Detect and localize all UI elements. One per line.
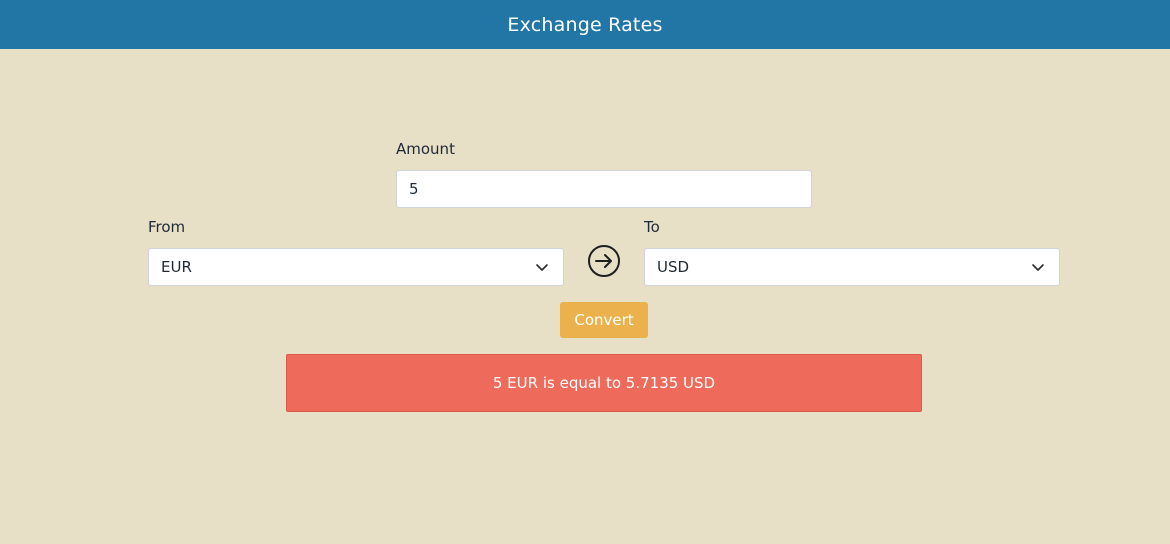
result-banner: 5 EUR is equal to 5.7135 USD (286, 354, 922, 412)
app-header: Exchange Rates (0, 0, 1170, 49)
from-label: From (148, 218, 186, 236)
to-currency-value: USD (657, 258, 690, 276)
chevron-down-icon (1032, 264, 1044, 271)
result-text: 5 EUR is equal to 5.7135 USD (492, 374, 716, 392)
chevron-down-icon (536, 264, 548, 271)
amount-label: Amount (396, 140, 455, 158)
convert-button[interactable]: Convert (560, 302, 648, 338)
from-currency-value: EUR (161, 258, 192, 276)
arrow-right-circle-icon[interactable] (587, 244, 621, 278)
amount-input[interactable]: 5 (396, 170, 812, 208)
to-currency-select[interactable]: USD (644, 248, 1060, 286)
page-title: Exchange Rates (507, 13, 663, 36)
to-label: To (644, 218, 660, 236)
amount-value: 5 (409, 180, 419, 198)
from-currency-select[interactable]: EUR (148, 248, 564, 286)
